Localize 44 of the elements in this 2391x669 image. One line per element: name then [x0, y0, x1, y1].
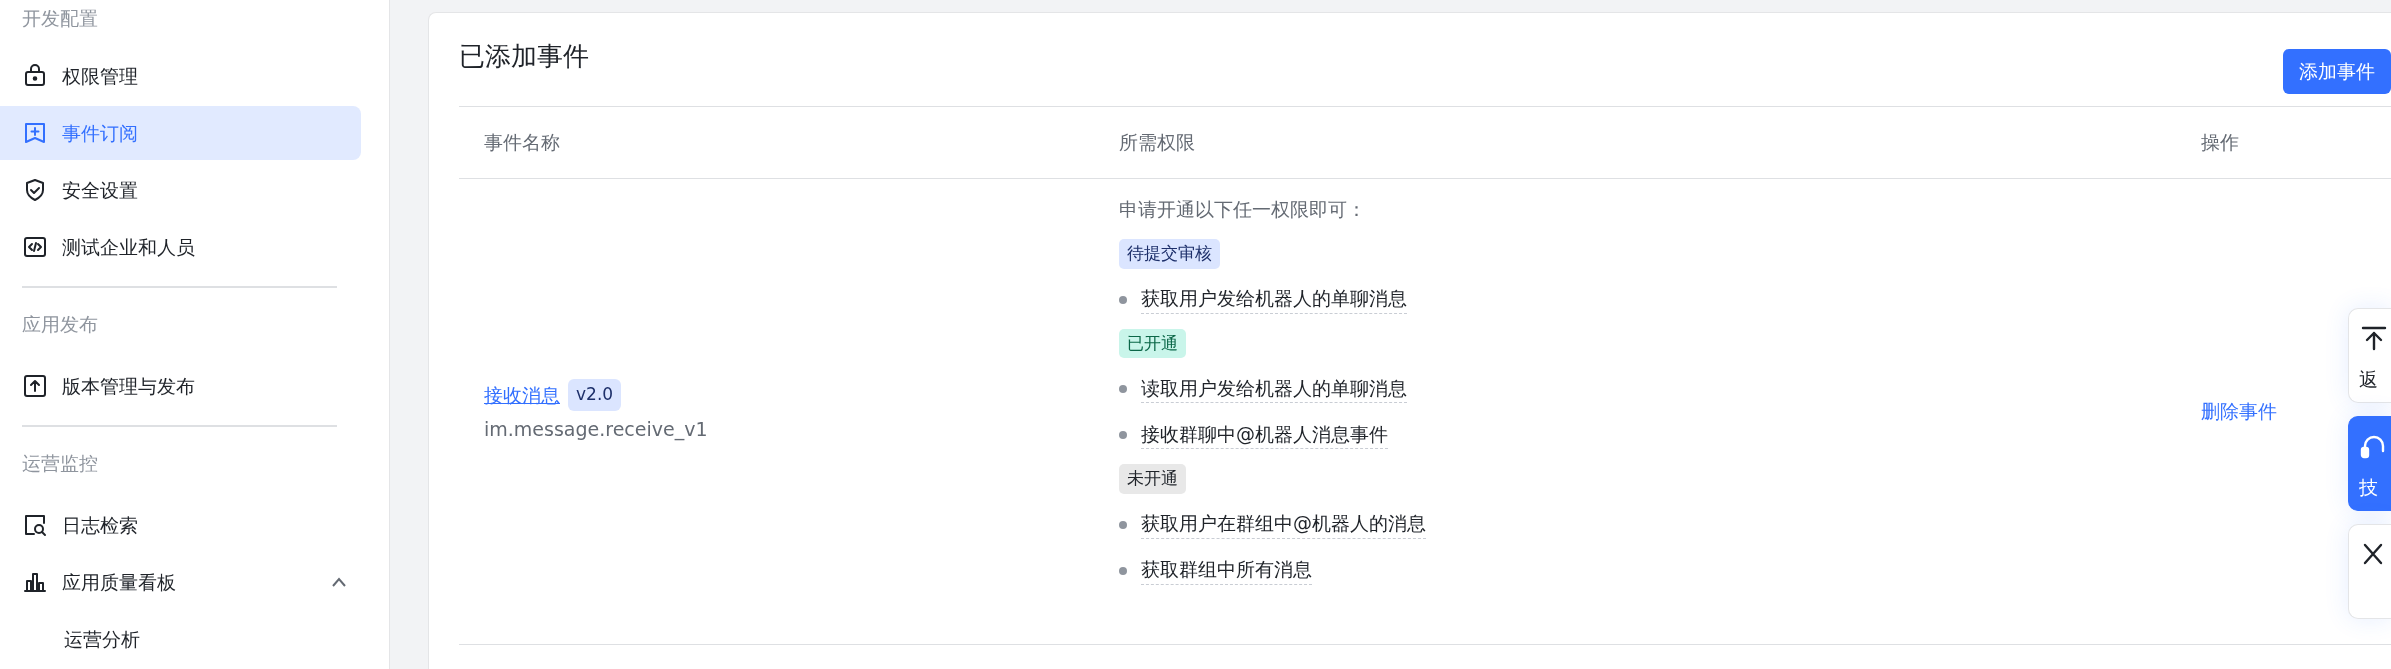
card-title: 已添加事件 [459, 41, 589, 73]
permission-name: 获取群组中所有消息 [1141, 556, 1312, 585]
event-key: im.message.receive_v1 [484, 414, 1101, 443]
sidebar-item[interactable]: 应用质量看板 [0, 555, 361, 609]
permission-name: 获取用户在群组中@机器人的消息 [1141, 510, 1426, 539]
sidebar-subitem[interactable]: 运营分析 [0, 612, 361, 666]
sidebar-item[interactable]: 测试企业和人员 [0, 220, 361, 274]
upload-icon [22, 373, 48, 399]
bullet-dot [1119, 520, 1127, 529]
status-tag: 待提交审核 [1119, 239, 1220, 269]
permission-name: 获取用户发给机器人的单聊消息 [1141, 285, 1407, 314]
section-heading: 开发配置 [21, 6, 99, 31]
version-tag: v2.0 [568, 379, 622, 411]
sidebar-item[interactable]: 版本管理与发布 [0, 359, 361, 413]
log-search-icon [22, 512, 48, 538]
bullet-dot [1119, 566, 1127, 575]
status-tag: 未开通 [1119, 464, 1186, 494]
column-header: 所需权限 [1119, 130, 1195, 153]
bullet-dot [1119, 431, 1127, 439]
lock-icon [22, 63, 48, 89]
bullet-dot [1119, 385, 1127, 393]
column-header: 操作 [2201, 130, 2239, 153]
sidebar-item[interactable]: 事件订阅 [0, 106, 361, 160]
permission-intro: 申请开通以下任一权限即可： [1119, 196, 1367, 222]
delete-event-link[interactable]: 删除事件 [2201, 396, 2277, 426]
add-event-button[interactable]: 添加事件 [2283, 49, 2391, 94]
section-heading: 应用发布 [21, 312, 99, 337]
status-tag: 已开通 [1119, 328, 1186, 358]
back-to-top-icon [2359, 325, 2389, 351]
float-button[interactable]: 返 [2348, 308, 2391, 403]
chevron-icon[interactable] [331, 577, 347, 587]
add-note-icon [22, 120, 48, 146]
permission-name: 读取用户发给机器人的单聊消息 [1141, 374, 1407, 404]
bullet-dot [1119, 295, 1127, 304]
column-header: 事件名称 [484, 130, 560, 153]
event-name-link[interactable]: 接收消息 [484, 380, 560, 409]
sidebar-item[interactable]: 安全设置 [0, 163, 361, 217]
float-button[interactable] [2348, 524, 2391, 619]
section-heading: 运营监控 [21, 451, 99, 476]
permission-name: 接收群聊中@机器人消息事件 [1141, 420, 1388, 450]
sidebar-item[interactable]: 权限管理 [0, 49, 361, 103]
sidebar-item[interactable]: 日志检索 [0, 498, 361, 552]
float-button[interactable]: 技 [2348, 416, 2391, 511]
code-icon [22, 234, 48, 260]
